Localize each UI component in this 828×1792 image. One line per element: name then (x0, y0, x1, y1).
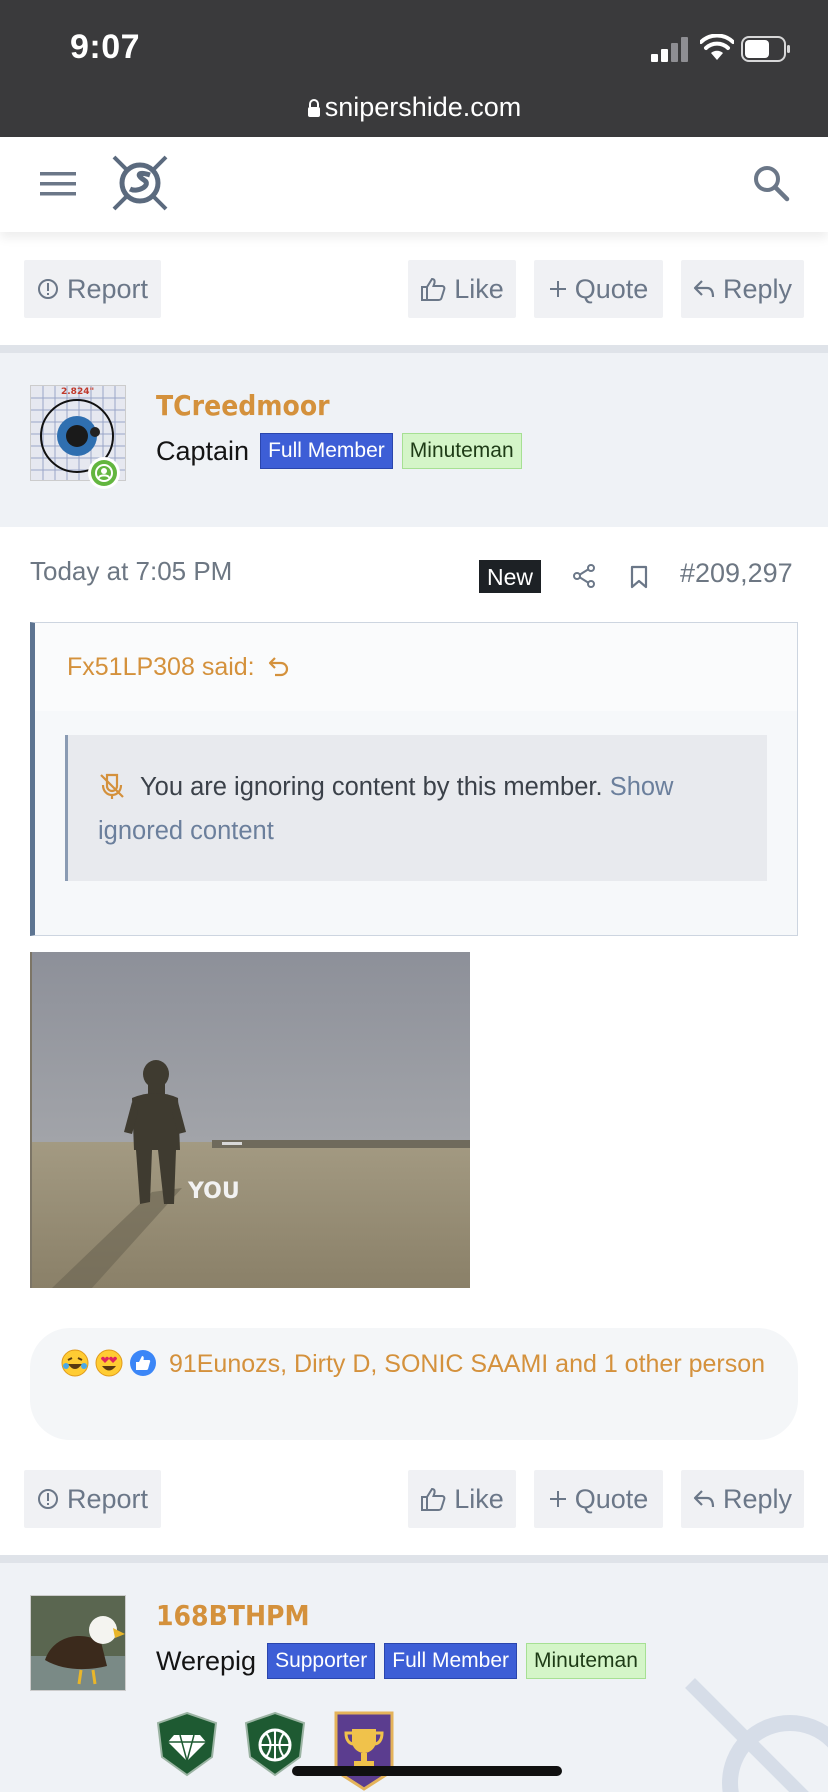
full-member-badge: Full Member (384, 1643, 517, 1679)
user-title-row: Captain Full Member Minuteman (156, 433, 522, 469)
avatar-caption: 2.824" (61, 387, 94, 397)
site-header (0, 137, 828, 232)
quote-header[interactable]: Fx51LP308 said: (35, 623, 797, 711)
post-actions-top: Report Like Quote Reply (0, 260, 828, 322)
post-timestamp[interactable]: Today at 7:05 PM (30, 556, 232, 587)
post-author-block: 2.824" TCreedmoor Captain Full Member Mi… (0, 353, 828, 527)
muted-icon (100, 773, 124, 799)
quote-author[interactable]: Fx51LP308 said: (67, 653, 255, 682)
report-button[interactable]: Report (24, 260, 161, 318)
supporter-badge: Supporter (267, 1643, 376, 1679)
home-indicator[interactable] (292, 1766, 562, 1776)
url-text: snipershide.com (324, 92, 522, 122)
heart-eyes-emoji-icon (95, 1349, 123, 1377)
lock-icon (307, 99, 320, 117)
post-author-block: 168BTHPM Werepig Supporter Full Member M… (0, 1563, 828, 1792)
cellular-signal-icon (651, 37, 688, 62)
plus-icon (549, 1491, 566, 1507)
user-title: Captain (156, 435, 250, 466)
quote-button[interactable]: Quote (534, 1470, 663, 1528)
user-title: Werepig (156, 1645, 257, 1676)
menu-icon[interactable] (40, 170, 76, 198)
quote-block: Fx51LP308 said: You are ignoring content… (30, 622, 798, 936)
rofl-emoji-icon (61, 1349, 89, 1377)
search-icon[interactable] (752, 164, 790, 202)
reaction-users-text[interactable]: 91Eunozs, Dirty D, SONIC SAAMI and 1 oth… (169, 1350, 765, 1378)
ignored-text: You are ignoring content by this member. (140, 773, 603, 801)
ignored-content-notice: You are ignoring content by this member.… (65, 735, 767, 881)
reply-icon (693, 280, 715, 298)
like-label: Like (454, 1483, 504, 1514)
full-member-badge: Full Member (260, 433, 393, 469)
reply-button[interactable]: Reply (681, 1470, 804, 1528)
new-label: New (479, 560, 542, 593)
like-button[interactable]: Like (408, 1470, 516, 1528)
post-number-link[interactable]: #209,297 (680, 558, 793, 589)
minuteman-badge: Minuteman (526, 1643, 646, 1679)
reactions-bar[interactable]: 91Eunozs, Dirty D, SONIC SAAMI and 1 oth… (30, 1328, 798, 1440)
battery-icon (741, 36, 790, 62)
diamond-trophy-icon (156, 1711, 218, 1777)
quote-body: You are ignoring content by this member.… (35, 711, 797, 935)
share-icon[interactable] (572, 564, 596, 588)
report-label: Report (66, 1483, 149, 1514)
post-divider (0, 345, 828, 353)
post-divider (0, 1555, 828, 1563)
reply-icon (693, 1490, 715, 1508)
thumbs-up-icon (421, 277, 446, 301)
report-icon (37, 279, 58, 299)
report-icon (37, 1489, 58, 1509)
post-actions-bottom: Report Like Quote Reply (0, 1470, 828, 1532)
report-label: Report (66, 273, 149, 304)
cup-trophy-icon (334, 1711, 394, 1791)
embedded-gif-image[interactable]: YOU (30, 952, 470, 1288)
reply-button[interactable]: Reply (681, 260, 804, 318)
quote-button[interactable]: Quote (534, 260, 663, 318)
plus-icon (549, 281, 566, 297)
like-emoji-icon (130, 1350, 156, 1376)
snipershide-logo[interactable] (108, 151, 172, 215)
thumbs-up-icon (421, 1487, 446, 1511)
reply-label: Reply (722, 273, 793, 304)
like-button[interactable]: Like (408, 260, 516, 318)
report-button[interactable]: Report (24, 1470, 161, 1528)
status-bar: 9:07 snipershide.com (0, 0, 828, 137)
watermark-logo (685, 1678, 828, 1792)
eagle-avatar-image (31, 1596, 125, 1690)
avatar[interactable] (30, 1595, 126, 1691)
username[interactable]: 168BTHPM (156, 1599, 310, 1632)
address-bar[interactable]: snipershide.com (0, 92, 828, 123)
quote-label: Quote (574, 1483, 649, 1514)
gif-caption: YOU (187, 1179, 240, 1204)
wifi-icon (700, 34, 734, 60)
user-title-row: Werepig Supporter Full Member Minuteman (156, 1643, 646, 1679)
username[interactable]: TCreedmoor (156, 389, 330, 422)
soldier-gif-image: YOU (32, 952, 470, 1288)
quote-label: Quote (574, 273, 649, 304)
clock: 9:07 (70, 28, 141, 66)
minuteman-badge: Minuteman (401, 433, 522, 469)
like-label: Like (454, 273, 504, 304)
online-status-icon (88, 457, 120, 489)
bookmark-icon[interactable] (628, 565, 650, 589)
go-to-quote-icon[interactable] (267, 655, 291, 679)
reply-label: Reply (722, 1483, 793, 1514)
